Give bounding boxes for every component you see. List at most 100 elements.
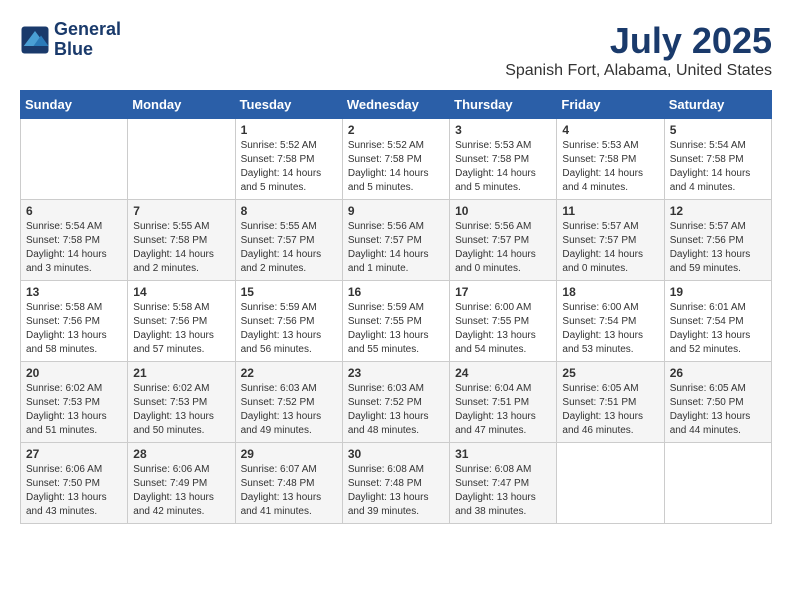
day-number: 26 xyxy=(670,366,766,380)
calendar-cell: 23Sunrise: 6:03 AM Sunset: 7:52 PM Dayli… xyxy=(342,362,449,443)
calendar-cell: 30Sunrise: 6:08 AM Sunset: 7:48 PM Dayli… xyxy=(342,443,449,524)
calendar-cell xyxy=(664,443,771,524)
day-number: 7 xyxy=(133,204,229,218)
day-number: 25 xyxy=(562,366,658,380)
day-number: 21 xyxy=(133,366,229,380)
calendar-cell: 22 Sunrise: 6:03 AM Sunset: 7:52 PM Dayli… xyxy=(235,362,342,443)
day-info: Sunrise: 5:55 AM Sunset: 7:57 PM Dayligh… xyxy=(241,220,337,276)
day-info: Sunrise: 6:02 AM Sunset: 7:53 PM Dayligh… xyxy=(26,382,122,438)
day-number: 6 xyxy=(26,204,122,218)
day-number: 27 xyxy=(26,447,122,461)
day-info: Sunrise: 5:56 AM Sunset: 7:57 PM Dayligh… xyxy=(348,220,444,276)
day-number: 4 xyxy=(562,123,658,137)
day-number: 23 xyxy=(348,366,444,380)
day-info: Sunrise: 6:04 AM Sunset: 7:51 PM Dayligh… xyxy=(455,382,551,438)
day-info: Sunrise: 5:56 AM Sunset: 7:57 PM Dayligh… xyxy=(455,220,551,276)
weekday-header: Thursday xyxy=(450,91,557,119)
calendar-cell: 3 Sunrise: 5:53 AM Sunset: 7:58 PM Daylig… xyxy=(450,119,557,200)
day-info: Sunrise: 5:54 AM Sunset: 7:58 PM Dayligh… xyxy=(26,220,122,276)
day-info: Sunrise: 6:00 AM Sunset: 7:55 PM Dayligh… xyxy=(455,301,551,357)
day-number: 16 xyxy=(348,285,444,299)
calendar-cell: 2Sunrise: 5:52 AM Sunset: 7:58 PM Daylig… xyxy=(342,119,449,200)
day-number: 12 xyxy=(670,204,766,218)
weekday-header: Sunday xyxy=(21,91,128,119)
calendar-cell: 7Sunrise: 5:55 AM Sunset: 7:58 PM Daylig… xyxy=(128,200,235,281)
day-info: Sunrise: 6:05 AM Sunset: 7:51 PM Dayligh… xyxy=(562,382,658,438)
day-info: Sunrise: 6:02 AM Sunset: 7:53 PM Dayligh… xyxy=(133,382,229,438)
calendar-week-row: 27 Sunrise: 6:06 AM Sunset: 7:50 PM Dayli… xyxy=(21,443,772,524)
day-info: Sunrise: 6:08 AM Sunset: 7:47 PM Dayligh… xyxy=(455,463,551,519)
day-number: 5 xyxy=(670,123,766,137)
day-info: Sunrise: 5:59 AM Sunset: 7:55 PM Dayligh… xyxy=(348,301,444,357)
day-number: 3 xyxy=(455,123,551,137)
calendar-cell: 21 Sunrise: 6:02 AM Sunset: 7:53 PM Dayli… xyxy=(128,362,235,443)
day-info: Sunrise: 5:59 AM Sunset: 7:56 PM Dayligh… xyxy=(241,301,337,357)
calendar-cell: 11Sunrise: 5:57 AM Sunset: 7:57 PM Dayli… xyxy=(557,200,664,281)
calendar-cell: 16 Sunrise: 5:59 AM Sunset: 7:55 PM Dayli… xyxy=(342,281,449,362)
day-number: 22 xyxy=(241,366,337,380)
calendar-cell: 1Sunrise: 5:52 AM Sunset: 7:58 PM Daylig… xyxy=(235,119,342,200)
day-info: Sunrise: 6:03 AM Sunset: 7:52 PM Dayligh… xyxy=(241,382,337,438)
day-info: Sunrise: 5:53 AM Sunset: 7:58 PM Dayligh… xyxy=(562,139,658,195)
calendar-header-row: SundayMondayTuesdayWednesdayThursdayFrid… xyxy=(21,91,772,119)
calendar-cell: 20 Sunrise: 6:02 AM Sunset: 7:53 PM Dayli… xyxy=(21,362,128,443)
day-info: Sunrise: 6:07 AM Sunset: 7:48 PM Dayligh… xyxy=(241,463,337,519)
calendar-cell xyxy=(128,119,235,200)
day-number: 29 xyxy=(241,447,337,461)
calendar-table: SundayMondayTuesdayWednesdayThursdayFrid… xyxy=(20,90,772,524)
day-info: Sunrise: 5:54 AM Sunset: 7:58 PM Dayligh… xyxy=(670,139,766,195)
logo-icon xyxy=(20,25,50,55)
day-number: 19 xyxy=(670,285,766,299)
calendar-cell: 10 Sunrise: 5:56 AM Sunset: 7:57 PM Dayli… xyxy=(450,200,557,281)
day-info: Sunrise: 5:53 AM Sunset: 7:58 PM Dayligh… xyxy=(455,139,551,195)
calendar-cell: 14 Sunrise: 5:58 AM Sunset: 7:56 PM Dayli… xyxy=(128,281,235,362)
calendar-cell: 8 Sunrise: 5:55 AM Sunset: 7:57 PM Daylig… xyxy=(235,200,342,281)
day-number: 11 xyxy=(562,204,658,218)
day-number: 18 xyxy=(562,285,658,299)
weekday-header: Tuesday xyxy=(235,91,342,119)
calendar-cell: 12 Sunrise: 5:57 AM Sunset: 7:56 PM Dayli… xyxy=(664,200,771,281)
day-number: 20 xyxy=(26,366,122,380)
day-number: 1 xyxy=(241,123,337,137)
logo-text: General Blue xyxy=(54,20,121,60)
day-info: Sunrise: 6:08 AM Sunset: 7:48 PM Dayligh… xyxy=(348,463,444,519)
calendar-cell: 6 Sunrise: 5:54 AM Sunset: 7:58 PM Daylig… xyxy=(21,200,128,281)
calendar-week-row: 6 Sunrise: 5:54 AM Sunset: 7:58 PM Daylig… xyxy=(21,200,772,281)
calendar-cell: 9 Sunrise: 5:56 AM Sunset: 7:57 PM Daylig… xyxy=(342,200,449,281)
day-info: Sunrise: 6:06 AM Sunset: 7:50 PM Dayligh… xyxy=(26,463,122,519)
title-block: July 2025 Spanish Fort, Alabama, United … xyxy=(505,20,772,80)
day-number: 10 xyxy=(455,204,551,218)
calendar-cell: 29 Sunrise: 6:07 AM Sunset: 7:48 PM Dayli… xyxy=(235,443,342,524)
calendar-cell: 17Sunrise: 6:00 AM Sunset: 7:55 PM Dayli… xyxy=(450,281,557,362)
calendar-cell xyxy=(21,119,128,200)
page-subtitle: Spanish Fort, Alabama, United States xyxy=(505,62,772,80)
day-info: Sunrise: 6:00 AM Sunset: 7:54 PM Dayligh… xyxy=(562,301,658,357)
day-number: 31 xyxy=(455,447,551,461)
calendar-cell: 13Sunrise: 5:58 AM Sunset: 7:56 PM Dayli… xyxy=(21,281,128,362)
day-number: 13 xyxy=(26,285,122,299)
calendar-week-row: 1Sunrise: 5:52 AM Sunset: 7:58 PM Daylig… xyxy=(21,119,772,200)
calendar-cell: 31 Sunrise: 6:08 AM Sunset: 7:47 PM Dayli… xyxy=(450,443,557,524)
calendar-cell: 5 Sunrise: 5:54 AM Sunset: 7:58 PM Daylig… xyxy=(664,119,771,200)
day-info: Sunrise: 6:01 AM Sunset: 7:54 PM Dayligh… xyxy=(670,301,766,357)
day-info: Sunrise: 5:57 AM Sunset: 7:56 PM Dayligh… xyxy=(670,220,766,276)
calendar-cell: 28 Sunrise: 6:06 AM Sunset: 7:49 PM Dayli… xyxy=(128,443,235,524)
calendar-cell: 25 Sunrise: 6:05 AM Sunset: 7:51 PM Dayli… xyxy=(557,362,664,443)
day-number: 8 xyxy=(241,204,337,218)
day-number: 9 xyxy=(348,204,444,218)
weekday-header: Saturday xyxy=(664,91,771,119)
calendar-cell: 26 Sunrise: 6:05 AM Sunset: 7:50 PM Dayli… xyxy=(664,362,771,443)
day-number: 14 xyxy=(133,285,229,299)
day-info: Sunrise: 6:05 AM Sunset: 7:50 PM Dayligh… xyxy=(670,382,766,438)
day-number: 28 xyxy=(133,447,229,461)
day-number: 24 xyxy=(455,366,551,380)
calendar-cell: 27 Sunrise: 6:06 AM Sunset: 7:50 PM Dayli… xyxy=(21,443,128,524)
day-info: Sunrise: 5:58 AM Sunset: 7:56 PM Dayligh… xyxy=(133,301,229,357)
calendar-cell: 4 Sunrise: 5:53 AM Sunset: 7:58 PM Daylig… xyxy=(557,119,664,200)
weekday-header: Monday xyxy=(128,91,235,119)
logo: General Blue xyxy=(20,20,121,60)
calendar-cell: 24 Sunrise: 6:04 AM Sunset: 7:51 PM Dayli… xyxy=(450,362,557,443)
page-title: July 2025 xyxy=(505,20,772,62)
day-info: Sunrise: 6:06 AM Sunset: 7:49 PM Dayligh… xyxy=(133,463,229,519)
calendar-week-row: 20 Sunrise: 6:02 AM Sunset: 7:53 PM Dayli… xyxy=(21,362,772,443)
